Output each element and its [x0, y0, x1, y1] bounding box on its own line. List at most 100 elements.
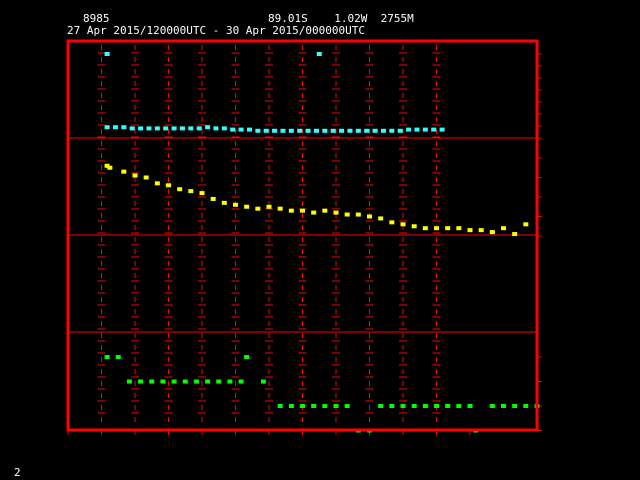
footer-mark: 2 — [14, 466, 21, 479]
data-point — [380, 128, 386, 133]
data-point — [196, 126, 202, 131]
data-point — [297, 128, 303, 133]
data-point — [288, 208, 294, 213]
data-point — [272, 128, 278, 133]
data-point — [121, 169, 127, 174]
data-point — [311, 404, 317, 408]
data-point — [143, 175, 149, 180]
data-point — [316, 52, 322, 56]
data-point — [238, 127, 244, 132]
data-point — [255, 128, 261, 133]
data-point — [107, 165, 113, 170]
data-point — [478, 228, 484, 233]
data-point — [146, 126, 152, 131]
data-point — [434, 226, 439, 231]
data-point — [199, 191, 205, 196]
data-point — [333, 404, 339, 408]
data-point — [205, 125, 211, 130]
data-point — [126, 379, 132, 384]
data-point — [233, 202, 238, 207]
data-point — [512, 404, 518, 408]
data-point — [115, 355, 121, 359]
data-point — [411, 224, 417, 229]
data-point — [445, 404, 451, 408]
data-point — [255, 206, 261, 211]
data-point — [277, 404, 283, 408]
data-point — [305, 128, 311, 133]
data-point — [489, 404, 495, 408]
data-point — [389, 128, 395, 133]
data-point — [400, 222, 406, 227]
data-point — [311, 210, 317, 215]
data-point — [182, 379, 188, 384]
data-point — [132, 173, 138, 178]
time-range: 27 Apr 2015/120000UTC - 30 Apr 2015/0000… — [67, 24, 365, 37]
data-point — [188, 189, 194, 194]
data-point — [333, 210, 339, 215]
data-point — [397, 128, 403, 133]
data-point — [355, 128, 361, 133]
data-point — [523, 404, 529, 408]
data-point — [104, 125, 110, 130]
data-point — [489, 230, 495, 235]
meteogram: 8985 89.01S 1.02W 2755M 27 Apr 2015/1200… — [0, 0, 640, 480]
data-point — [280, 128, 286, 133]
data-point — [238, 379, 244, 384]
data-point — [414, 127, 420, 132]
data-point — [364, 128, 370, 133]
data-point — [339, 128, 345, 133]
data-point — [445, 226, 451, 231]
data-point — [378, 404, 384, 408]
data-point — [263, 128, 269, 133]
data-point — [389, 220, 395, 225]
data-point — [154, 126, 160, 131]
data-point — [372, 128, 378, 133]
data-point — [400, 404, 406, 408]
data-point — [193, 379, 199, 384]
data-point — [210, 196, 216, 201]
data-point — [456, 404, 462, 408]
data-point — [322, 128, 328, 133]
data-point — [322, 208, 328, 213]
data-point — [434, 404, 439, 408]
data-point — [422, 404, 428, 408]
data-point — [163, 126, 169, 131]
data-point — [154, 181, 160, 186]
data-point — [344, 212, 350, 217]
data-point — [230, 127, 236, 132]
data-point — [355, 212, 361, 217]
data-point — [344, 404, 350, 408]
data-point — [260, 379, 266, 384]
data-point — [300, 404, 305, 408]
data-point — [244, 204, 250, 209]
data-point — [112, 125, 118, 130]
data-point — [467, 228, 473, 233]
data-point — [322, 404, 328, 408]
data-point — [227, 379, 233, 384]
data-point — [456, 226, 462, 231]
data-point — [221, 126, 227, 131]
data-point — [129, 126, 135, 131]
data-point — [138, 126, 144, 131]
data-point — [501, 404, 506, 408]
data-point — [411, 404, 417, 408]
data-point — [266, 204, 272, 209]
data-point — [330, 128, 336, 133]
data-point — [288, 128, 294, 133]
data-point — [160, 379, 166, 384]
data-point — [205, 379, 211, 384]
data-point — [501, 226, 506, 231]
data-point — [166, 183, 171, 188]
data-point — [213, 126, 219, 131]
data-point — [138, 379, 144, 384]
data-point — [439, 127, 445, 132]
data-point — [512, 232, 518, 237]
data-point — [177, 187, 183, 192]
data-point — [277, 206, 283, 211]
data-point — [347, 128, 353, 133]
data-point — [121, 125, 127, 130]
data-point — [422, 127, 428, 132]
data-point — [367, 214, 372, 219]
data-point — [378, 216, 384, 221]
data-point — [149, 379, 155, 384]
